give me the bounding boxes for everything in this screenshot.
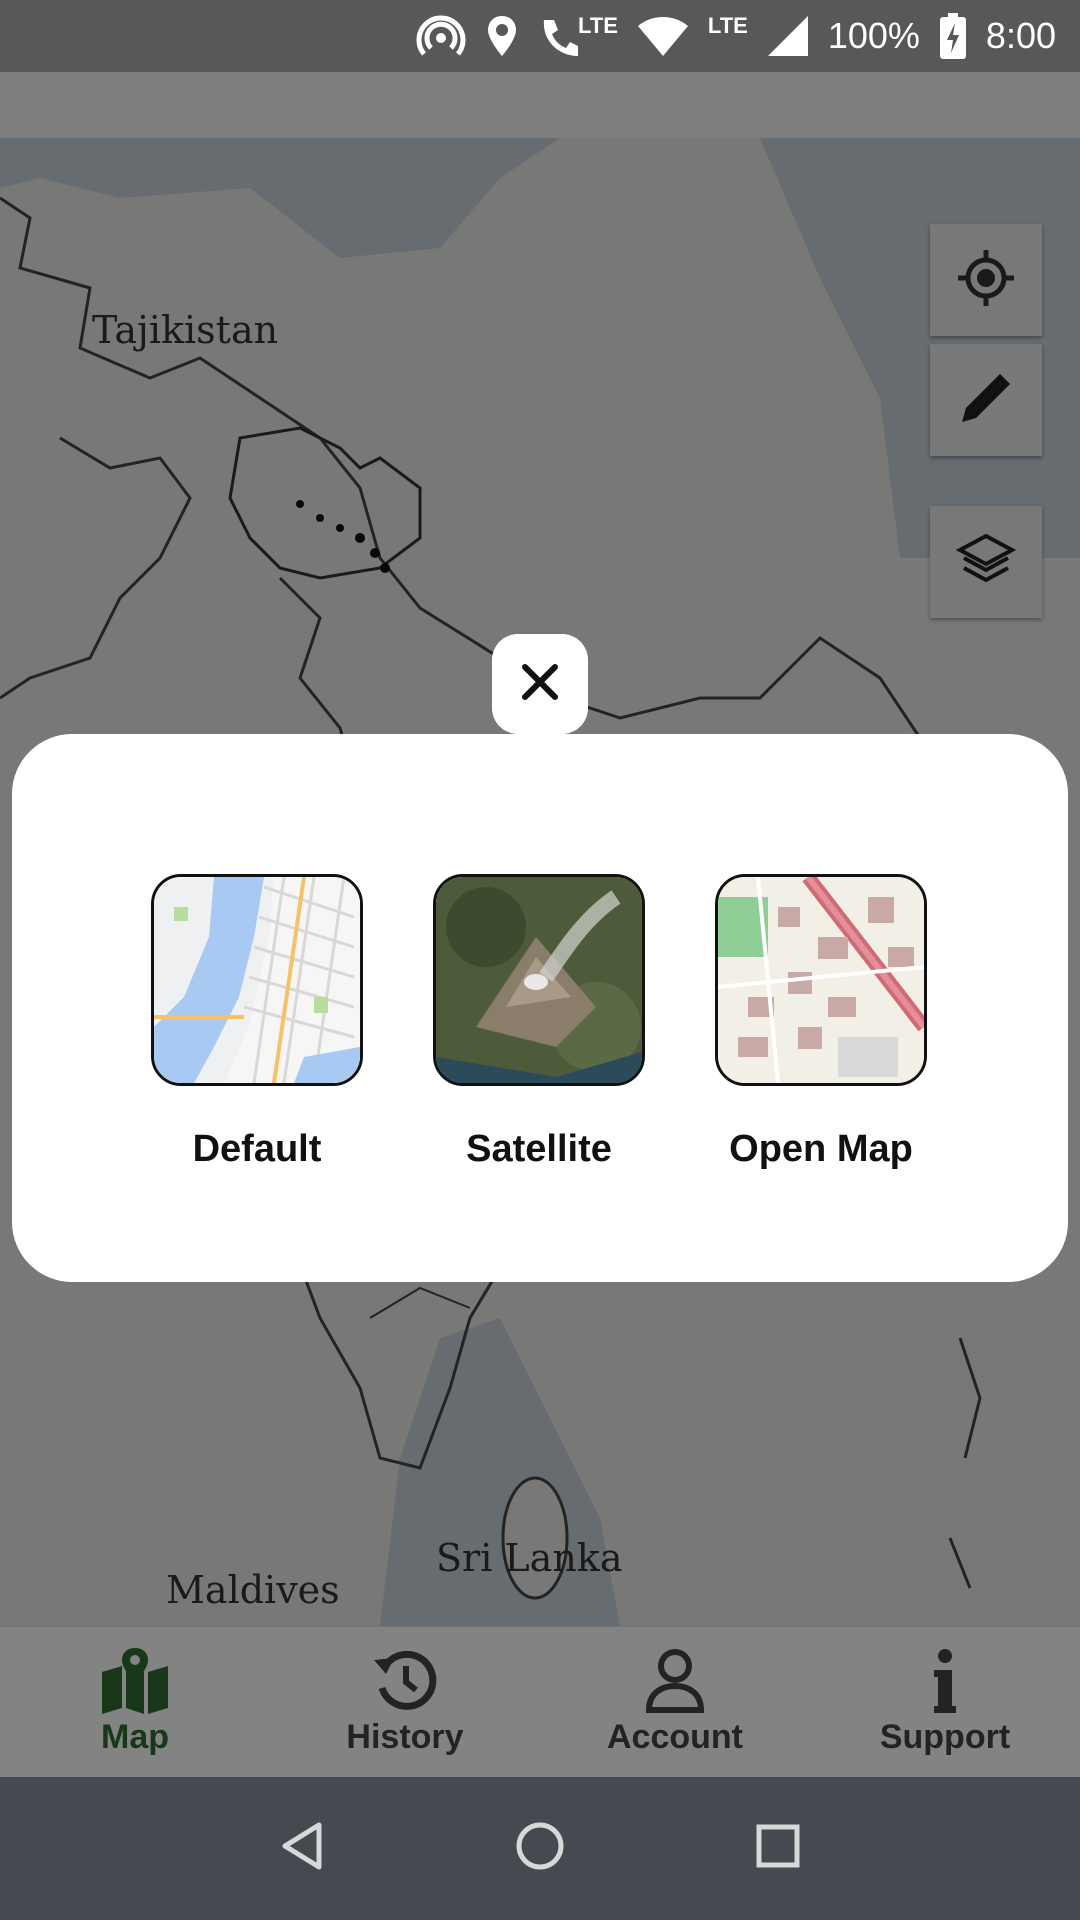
cell-signal-icon bbox=[767, 14, 808, 58]
map-layer-sheet: Default Satellite Open Map bbox=[12, 734, 1068, 1282]
recents-icon[interactable] bbox=[755, 1823, 801, 1874]
layer-label-default: Default bbox=[192, 1128, 322, 1170]
layer-option-open-map[interactable]: Open Map bbox=[715, 874, 927, 1171]
lte-label: LTE bbox=[707, 13, 748, 38]
layer-label-satellite: Satellite bbox=[466, 1128, 612, 1170]
battery-charging-icon bbox=[939, 13, 966, 59]
clock: 8:00 bbox=[985, 15, 1056, 56]
lte-call-label: LTE bbox=[578, 13, 618, 38]
satellite-map-thumbnail bbox=[433, 874, 645, 1086]
close-button[interactable] bbox=[492, 634, 588, 734]
layer-option-satellite[interactable]: Satellite bbox=[433, 874, 645, 1171]
layer-option-default[interactable]: Default bbox=[151, 874, 363, 1171]
back-icon[interactable] bbox=[279, 1821, 325, 1876]
open-map-thumbnail bbox=[715, 874, 927, 1086]
wifi-icon bbox=[637, 14, 688, 58]
location-icon bbox=[486, 14, 518, 58]
lte-call-icon: LTE bbox=[538, 13, 618, 58]
battery-percent: 100% bbox=[827, 15, 920, 56]
home-icon[interactable] bbox=[515, 1821, 565, 1876]
hotspot-icon bbox=[416, 14, 466, 58]
layer-label-open-map: Open Map bbox=[729, 1128, 913, 1170]
status-bar: LTE LTE 100% 8:00 bbox=[0, 0, 1080, 72]
close-icon bbox=[520, 662, 560, 707]
system-navigation-bar bbox=[0, 1777, 1080, 1920]
default-map-thumbnail bbox=[151, 874, 363, 1086]
